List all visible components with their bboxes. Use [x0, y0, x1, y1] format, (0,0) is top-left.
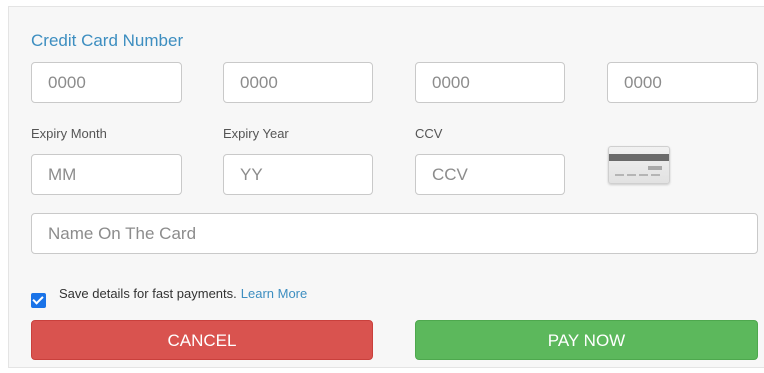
card-number-field-2[interactable] [223, 62, 373, 103]
ccv-label: CCV [415, 126, 443, 141]
card-number-dots [615, 174, 663, 176]
learn-more-link[interactable]: Learn More [241, 286, 307, 301]
card-number-field-4[interactable] [607, 62, 758, 103]
pay-now-button[interactable]: PAY NOW [415, 320, 758, 360]
card-signature-strip [648, 166, 662, 170]
card-number-field-3[interactable] [415, 62, 565, 103]
cancel-button[interactable]: CANCEL [31, 320, 373, 360]
name-on-card-field[interactable] [31, 213, 758, 254]
expiry-month-label: Expiry Month [31, 126, 107, 141]
save-details-checkbox[interactable] [31, 292, 46, 308]
credit-card-number-title: Credit Card Number [31, 31, 184, 50]
save-details-row: Save details for fast payments. Learn Mo… [31, 285, 307, 308]
save-details-label: Save details for fast payments. [59, 286, 237, 301]
expiry-year-label: Expiry Year [223, 126, 289, 141]
ccv-field[interactable] [415, 154, 565, 195]
expiry-year-field[interactable] [223, 154, 373, 195]
credit-card-back-icon [608, 146, 670, 184]
expiry-month-field[interactable] [31, 154, 182, 195]
card-magnetic-stripe [609, 154, 669, 161]
card-number-field-1[interactable] [31, 62, 182, 103]
